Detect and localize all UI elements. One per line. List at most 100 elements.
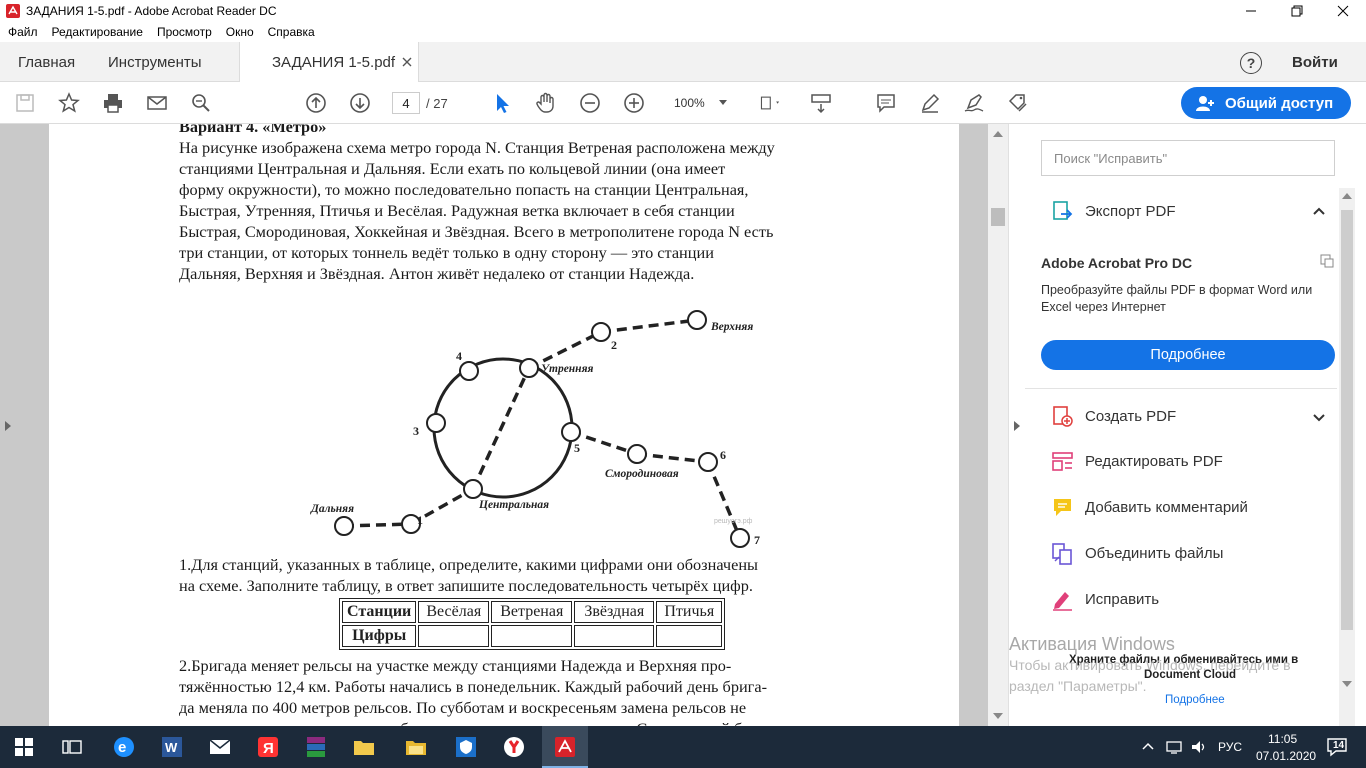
comment-button[interactable] [873, 90, 899, 116]
taskbar-word[interactable]: W [158, 733, 186, 761]
keyboard-language[interactable]: РУС [1218, 740, 1242, 754]
taskbar-explorer[interactable] [350, 733, 378, 761]
tab-document-label: ЗАДАНИЯ 1-5.pdf [272, 54, 396, 71]
scroll-mode-icon [811, 94, 831, 114]
restore-button[interactable] [1274, 0, 1320, 22]
page-number-input[interactable]: 4 [392, 92, 420, 114]
menu-edit[interactable]: Редактирование [52, 25, 143, 39]
left-panel-toggle-icon[interactable] [4, 420, 12, 432]
page-layout-button[interactable] [754, 90, 788, 116]
tools-search-input[interactable]: Поиск "Исправить" [1041, 140, 1335, 176]
tray-expand-icon[interactable] [1142, 742, 1154, 750]
menu-view[interactable]: Просмотр [157, 25, 212, 39]
scroll-up-icon[interactable] [993, 130, 1003, 138]
menu-window[interactable]: Окно [226, 25, 254, 39]
zoom-in-button[interactable] [621, 90, 647, 116]
scrollbar-thumb[interactable] [991, 208, 1005, 226]
share-button[interactable]: Общий доступ [1181, 87, 1351, 119]
title-bar: ЗАДАНИЯ 1-5.pdf - Adobe Acrobat Reader D… [0, 0, 1366, 22]
create-pdf-item[interactable]: Создать PDF [1085, 408, 1176, 425]
label-n7: 7 [754, 533, 760, 547]
acrobat-app-icon [6, 4, 20, 18]
hand-tool-button[interactable] [533, 90, 559, 116]
pane-scroll-down-icon[interactable] [1342, 680, 1352, 688]
close-button[interactable] [1320, 0, 1366, 22]
sign-button[interactable] [961, 90, 987, 116]
menu-bar: Файл Редактирование Просмотр Окно Справк… [0, 22, 1366, 42]
volume-icon[interactable] [1190, 739, 1208, 755]
fix-item[interactable]: Исправить [1085, 591, 1159, 608]
next-page-button[interactable] [347, 90, 373, 116]
save-button[interactable] [12, 90, 38, 116]
cursor-arrow-icon [497, 94, 509, 113]
taskbar-mail[interactable] [206, 733, 234, 761]
document-scrollbar[interactable] [988, 124, 1008, 726]
station-utrennyaya [519, 358, 539, 378]
tools-pane: Поиск "Исправить" Экспорт PDF Adobe Acro… [1008, 124, 1366, 726]
highlight-button[interactable] [917, 90, 943, 116]
task-view-button[interactable] [58, 733, 86, 761]
arrow-up-circle-icon [306, 93, 326, 113]
chevron-down-icon[interactable] [1313, 414, 1325, 422]
svg-text:Я: Я [263, 740, 274, 757]
fill-sign-button[interactable] [1005, 90, 1031, 116]
email-button[interactable] [144, 90, 170, 116]
print-button[interactable] [100, 90, 126, 116]
pane-scroll-up-icon[interactable] [1342, 192, 1352, 200]
table-header-stations: Станции [342, 601, 417, 623]
add-comment-item[interactable]: Добавить комментарий [1085, 499, 1248, 516]
minimize-button[interactable] [1228, 0, 1274, 22]
collapse-pane-icon[interactable] [1013, 420, 1021, 432]
scroll-mode-button[interactable] [808, 90, 834, 116]
chevron-up-icon[interactable] [1313, 207, 1325, 215]
signin-button[interactable]: Войти [1292, 42, 1338, 82]
table-empty-cell [574, 625, 655, 647]
label-utrennyaya: Утренняя [541, 363, 593, 375]
clock-time[interactable]: 11:05 [1268, 732, 1297, 746]
taskbar-winrar[interactable] [302, 733, 330, 761]
pane-scrollbar-thumb[interactable] [1341, 210, 1353, 630]
menu-file[interactable]: Файл [8, 25, 38, 39]
action-center-button[interactable]: 14 [1324, 734, 1350, 760]
taskbar-yandex[interactable]: Я [254, 733, 282, 761]
document-area: Вариант 4. «Метро» На рисунке изображена… [0, 124, 1008, 726]
cloud-more-link[interactable]: Подробнее [1165, 694, 1225, 706]
pane-scrollbar[interactable] [1339, 188, 1355, 726]
taskbar-acrobat-active[interactable] [542, 726, 588, 768]
station-6 [698, 452, 718, 472]
select-tool-button[interactable] [489, 90, 515, 116]
taskbar-yandex-browser[interactable] [500, 733, 528, 761]
star-icon [58, 92, 80, 113]
taskbar-files[interactable] [402, 733, 430, 761]
add-comment-icon [1054, 499, 1071, 516]
find-button[interactable] [188, 90, 214, 116]
task2-line: осуществлялась, но пассажиры были вынужд… [179, 718, 893, 726]
combine-files-item[interactable]: Объединить файлы [1085, 545, 1223, 562]
scroll-down-icon[interactable] [993, 712, 1003, 720]
prev-page-button[interactable] [303, 90, 329, 116]
edit-pdf-item[interactable]: Редактировать PDF [1085, 453, 1223, 470]
help-icon[interactable]: ? [1240, 52, 1262, 74]
product-info-icon[interactable] [1319, 253, 1335, 269]
bookmark-button[interactable] [56, 90, 82, 116]
taskbar-edge[interactable]: e [110, 733, 138, 761]
clock-date[interactable]: 07.01.2020 [1256, 749, 1316, 763]
divider [1025, 388, 1337, 389]
start-button[interactable] [10, 733, 38, 761]
tab-home[interactable]: Главная [18, 42, 75, 82]
taskbar-security[interactable] [452, 733, 480, 761]
tab-close-icon[interactable] [402, 57, 412, 67]
pen-highlight-icon [921, 93, 940, 113]
tab-tools[interactable]: Инструменты [108, 42, 202, 82]
fix-pen-icon [1053, 592, 1072, 611]
menu-help[interactable]: Справка [268, 25, 315, 39]
more-button[interactable]: Подробнее [1041, 340, 1335, 370]
zoom-out-button[interactable] [577, 90, 603, 116]
pdf-page: Вариант 4. «Метро» На рисунке изображена… [49, 124, 959, 726]
close-icon [1337, 5, 1349, 17]
yandex-browser-icon [504, 737, 524, 757]
network-icon[interactable] [1166, 739, 1182, 755]
tab-document[interactable]: ЗАДАНИЯ 1-5.pdf [239, 42, 419, 83]
zoom-select[interactable]: 100% [666, 92, 732, 114]
export-pdf-header[interactable]: Экспорт PDF [1085, 203, 1176, 220]
